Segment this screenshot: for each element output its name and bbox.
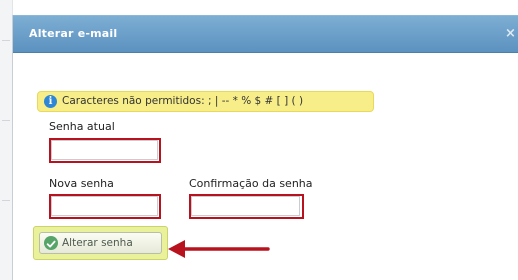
info-banner: i Caracteres não permitidos: ; | -- * % …: [37, 91, 374, 112]
page-edge-line: [2, 40, 10, 41]
change-password-button-label: Alterar senha: [62, 237, 133, 249]
new-password-field[interactable]: [51, 196, 158, 218]
current-password-label: Senha atual: [49, 120, 115, 133]
page-edge-line: [2, 120, 10, 121]
dialog-title: Alterar e-mail: [29, 27, 118, 40]
banner-text: Caracteres não permitidos: ; | -- * % $ …: [62, 95, 304, 107]
info-icon: i: [44, 95, 57, 108]
current-password-field[interactable]: [51, 140, 158, 162]
confirm-password-field[interactable]: [191, 196, 300, 218]
new-password-input[interactable]: [52, 199, 157, 218]
submit-button-container: Alterar senha: [33, 226, 168, 260]
screenshot-stage: Alterar e-mail × i Caracteres não permit…: [0, 0, 518, 280]
confirm-password-input[interactable]: [192, 199, 299, 218]
check-circle-icon: [44, 236, 58, 250]
new-password-label: Nova senha: [49, 177, 114, 190]
dialog-titlebar: Alterar e-mail ×: [13, 15, 518, 53]
confirm-password-label: Confirmação da senha: [189, 177, 313, 190]
change-password-button[interactable]: Alterar senha: [39, 232, 162, 254]
current-password-input[interactable]: [52, 143, 157, 162]
annotation-arrow-icon: [168, 240, 270, 258]
page-edge-line: [2, 200, 10, 201]
close-icon[interactable]: ×: [505, 24, 518, 44]
